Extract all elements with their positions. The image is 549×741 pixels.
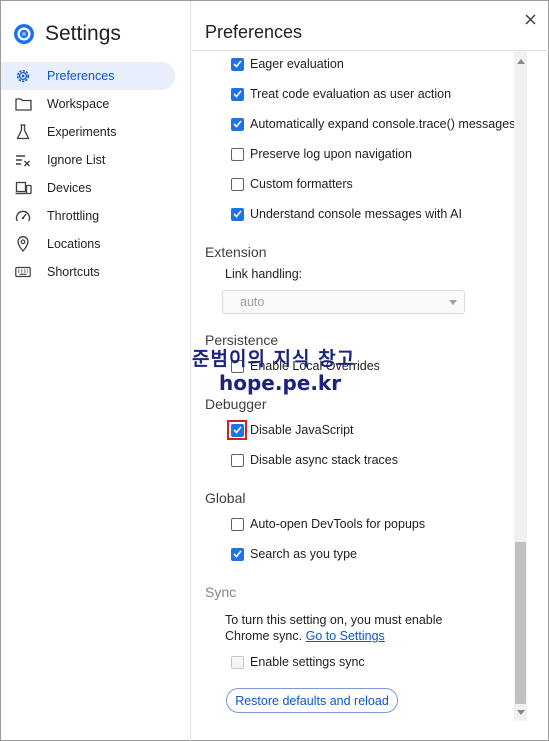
- devtools-logo-icon: [14, 24, 34, 44]
- enable-settings-sync-option: Enable settings sync: [231, 652, 365, 672]
- sidebar-item-throttling[interactable]: Throttling: [1, 202, 191, 230]
- sidebar-item-preferences[interactable]: Preferences: [1, 62, 175, 90]
- location-pin-icon: [14, 236, 32, 252]
- checkbox[interactable]: [231, 147, 244, 161]
- app-header: Settings: [13, 21, 121, 47]
- sidebar-item-label: Throttling: [47, 209, 100, 223]
- option-label: Treat code evaluation as user action: [250, 87, 452, 101]
- sync-text-line1: To turn this setting on, you must enable: [225, 613, 443, 627]
- section-heading-extension: Extension: [205, 244, 267, 260]
- check-icon: [233, 90, 242, 98]
- console-insights-option[interactable]: Understand console messages with AI: [231, 204, 462, 224]
- watermark-url: hope.pe.kr: [219, 371, 342, 395]
- auto-open-devtools-option[interactable]: Auto-open DevTools for popups: [231, 514, 425, 534]
- page-title: Preferences: [205, 22, 303, 42]
- sidebar-item-workspace[interactable]: Workspace: [1, 90, 191, 118]
- close-icon: [524, 13, 536, 25]
- checkbox[interactable]: [231, 57, 244, 71]
- option-label: Automatically expand console.trace() mes…: [250, 117, 514, 131]
- sidebar-item-label: Locations: [47, 237, 101, 251]
- select-value: auto: [240, 295, 265, 309]
- scrollbar[interactable]: [514, 51, 527, 721]
- sync-text-line2: Chrome sync.: [225, 629, 303, 643]
- sidebar-item-label: Experiments: [47, 125, 117, 139]
- checkbox[interactable]: [231, 517, 244, 531]
- checkbox[interactable]: [231, 453, 244, 467]
- watermark-title: 준범이의 지식 창고: [192, 348, 356, 370]
- check-icon: [233, 120, 242, 128]
- sidebar-item-ignore-list[interactable]: Ignore List: [1, 146, 191, 174]
- sidebar-nav: Preferences Workspace Experiments Ignore…: [1, 62, 191, 286]
- link-handling-label: Link handling:: [225, 267, 303, 281]
- preserve-log-option[interactable]: Preserve log upon navigation: [231, 144, 412, 164]
- flask-icon: [14, 124, 32, 140]
- option-label: Understand console messages with AI: [250, 207, 462, 221]
- disable-async-stack-traces-option[interactable]: Disable async stack traces: [231, 450, 398, 470]
- scroll-down-arrow-icon[interactable]: [517, 710, 525, 715]
- checkbox[interactable]: [231, 177, 244, 191]
- sidebar-item-locations[interactable]: Locations: [1, 230, 191, 258]
- gear-icon: [14, 68, 32, 84]
- checkbox[interactable]: [231, 87, 244, 101]
- checkbox: [231, 655, 244, 669]
- option-label: Eager evaluation: [250, 57, 344, 71]
- section-heading-debugger: Debugger: [205, 396, 267, 412]
- sync-description: To turn this setting on, you must enable…: [225, 612, 443, 644]
- sidebar-item-devices[interactable]: Devices: [1, 174, 191, 202]
- option-label: Custom formatters: [250, 177, 353, 191]
- checkbox[interactable]: [231, 117, 244, 131]
- custom-formatters-option[interactable]: Custom formatters: [231, 174, 353, 194]
- option-label: Disable async stack traces: [250, 453, 398, 467]
- folder-icon: [14, 96, 32, 112]
- sidebar-item-label: Preferences: [47, 69, 115, 83]
- option-label: Search as you type: [250, 547, 358, 561]
- option-label: Preserve log upon navigation: [250, 147, 412, 161]
- expand-console-trace-option[interactable]: Automatically expand console.trace() mes…: [231, 114, 514, 134]
- restore-defaults-button[interactable]: Restore defaults and reload: [226, 688, 398, 713]
- check-icon: [233, 426, 242, 434]
- sync-text-line2-wrap: Chrome sync. Go to Settings: [225, 628, 443, 644]
- check-icon: [233, 550, 242, 558]
- check-icon: [233, 60, 242, 68]
- settings-window: Settings Preferences Workspace Experimen…: [0, 0, 549, 741]
- option-label: Disable JavaScript: [250, 423, 354, 437]
- search-as-you-type-option[interactable]: Search as you type: [231, 544, 357, 564]
- sidebar-item-label: Shortcuts: [47, 265, 100, 279]
- section-heading-global: Global: [205, 490, 246, 506]
- sidebar: Settings Preferences Workspace Experimen…: [1, 1, 191, 741]
- close-button[interactable]: [520, 9, 540, 29]
- option-label: Enable settings sync: [250, 655, 365, 669]
- app-title: Settings: [45, 22, 121, 45]
- check-icon: [233, 210, 242, 218]
- sidebar-item-shortcuts[interactable]: Shortcuts: [1, 258, 191, 286]
- sidebar-item-label: Workspace: [47, 97, 110, 111]
- option-label: Auto-open DevTools for popups: [250, 517, 426, 531]
- sidebar-item-experiments[interactable]: Experiments: [1, 118, 191, 146]
- checkbox[interactable]: [231, 207, 244, 221]
- treat-code-evaluation-option[interactable]: Treat code evaluation as user action: [231, 84, 451, 104]
- keyboard-icon: [14, 264, 32, 280]
- link-handling-select[interactable]: auto: [222, 290, 465, 314]
- checkbox[interactable]: [231, 547, 244, 561]
- sidebar-item-label: Ignore List: [47, 153, 106, 167]
- chevron-down-icon: [449, 300, 457, 305]
- disable-javascript-option[interactable]: Disable JavaScript: [231, 420, 354, 440]
- go-to-settings-link[interactable]: Go to Settings: [306, 629, 385, 643]
- ignore-list-icon: [14, 152, 32, 168]
- scroll-up-arrow-icon[interactable]: [517, 59, 525, 64]
- devices-icon: [14, 180, 32, 196]
- section-heading-sync: Sync: [205, 584, 237, 600]
- scroll-thumb[interactable]: [515, 542, 526, 704]
- checkbox[interactable]: [231, 423, 244, 437]
- speedometer-icon: [14, 208, 32, 224]
- sidebar-item-label: Devices: [47, 181, 92, 195]
- eager-evaluation-option[interactable]: Eager evaluation: [231, 54, 344, 74]
